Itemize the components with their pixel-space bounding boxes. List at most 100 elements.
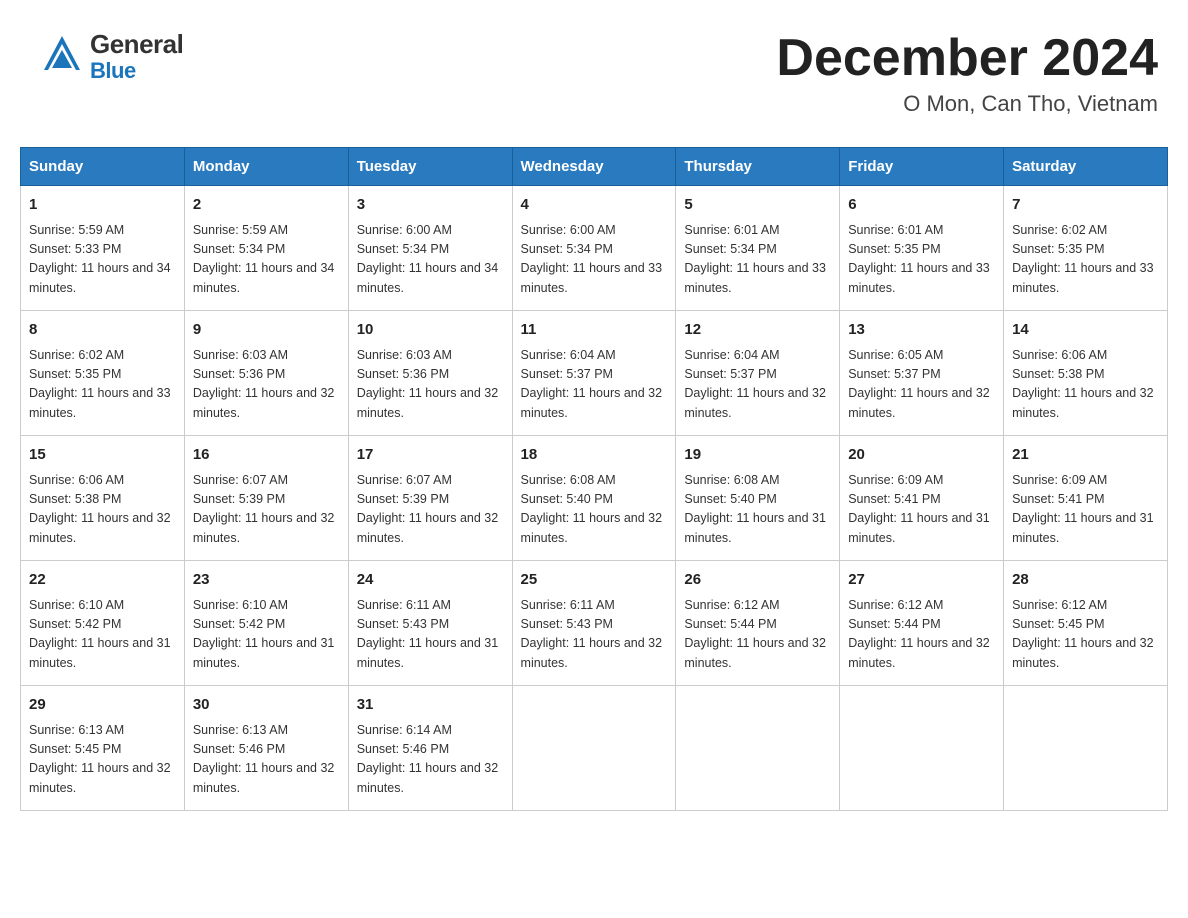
day-info: Sunrise: 6:09 AMSunset: 5:41 PMDaylight:… [848,473,990,545]
day-info: Sunrise: 6:08 AMSunset: 5:40 PMDaylight:… [521,473,663,545]
day-info: Sunrise: 6:03 AMSunset: 5:36 PMDaylight:… [357,348,499,420]
day-info: Sunrise: 6:13 AMSunset: 5:45 PMDaylight:… [29,723,171,795]
calendar-day-cell: 8 Sunrise: 6:02 AMSunset: 5:35 PMDayligh… [21,311,185,436]
day-info: Sunrise: 6:02 AMSunset: 5:35 PMDaylight:… [1012,223,1154,295]
calendar-day-cell: 12 Sunrise: 6:04 AMSunset: 5:37 PMDaylig… [676,311,840,436]
calendar-week-row: 1 Sunrise: 5:59 AMSunset: 5:33 PMDayligh… [21,186,1168,311]
calendar-week-row: 29 Sunrise: 6:13 AMSunset: 5:45 PMDaylig… [21,686,1168,811]
title-section: December 2024 O Mon, Can Tho, Vietnam [776,30,1158,117]
calendar-day-cell: 5 Sunrise: 6:01 AMSunset: 5:34 PMDayligh… [676,186,840,311]
day-info: Sunrise: 6:00 AMSunset: 5:34 PMDaylight:… [521,223,663,295]
day-number: 29 [29,694,176,717]
day-number: 23 [193,569,340,592]
day-number: 9 [193,319,340,342]
calendar-day-cell [1004,686,1168,811]
logo: General Blue [40,30,183,83]
calendar-week-row: 8 Sunrise: 6:02 AMSunset: 5:35 PMDayligh… [21,311,1168,436]
calendar-day-cell: 15 Sunrise: 6:06 AMSunset: 5:38 PMDaylig… [21,436,185,561]
calendar-day-cell: 30 Sunrise: 6:13 AMSunset: 5:46 PMDaylig… [184,686,348,811]
day-number: 13 [848,319,995,342]
logo-name: General Blue [90,30,183,83]
day-number: 17 [357,444,504,467]
day-info: Sunrise: 6:12 AMSunset: 5:45 PMDaylight:… [1012,598,1154,670]
day-info: Sunrise: 5:59 AMSunset: 5:34 PMDaylight:… [193,223,335,295]
day-number: 14 [1012,319,1159,342]
day-info: Sunrise: 6:07 AMSunset: 5:39 PMDaylight:… [193,473,335,545]
location-subtitle: O Mon, Can Tho, Vietnam [776,91,1158,117]
calendar-day-cell: 20 Sunrise: 6:09 AMSunset: 5:41 PMDaylig… [840,436,1004,561]
calendar-day-cell: 28 Sunrise: 6:12 AMSunset: 5:45 PMDaylig… [1004,561,1168,686]
calendar-day-header: Saturday [1004,148,1168,186]
calendar-day-cell: 24 Sunrise: 6:11 AMSunset: 5:43 PMDaylig… [348,561,512,686]
day-number: 8 [29,319,176,342]
day-number: 3 [357,194,504,217]
day-info: Sunrise: 6:04 AMSunset: 5:37 PMDaylight:… [521,348,663,420]
day-info: Sunrise: 6:06 AMSunset: 5:38 PMDaylight:… [29,473,171,545]
month-year-title: December 2024 [776,30,1158,87]
day-info: Sunrise: 6:07 AMSunset: 5:39 PMDaylight:… [357,473,499,545]
calendar-day-header: Sunday [21,148,185,186]
day-number: 15 [29,444,176,467]
logo-blue-text: Blue [90,59,183,83]
calendar-header-row: SundayMondayTuesdayWednesdayThursdayFrid… [21,148,1168,186]
day-number: 1 [29,194,176,217]
calendar-table: SundayMondayTuesdayWednesdayThursdayFrid… [20,147,1168,811]
calendar-day-cell: 23 Sunrise: 6:10 AMSunset: 5:42 PMDaylig… [184,561,348,686]
calendar-day-cell: 7 Sunrise: 6:02 AMSunset: 5:35 PMDayligh… [1004,186,1168,311]
day-number: 5 [684,194,831,217]
day-number: 31 [357,694,504,717]
day-number: 27 [848,569,995,592]
calendar-day-header: Friday [840,148,1004,186]
day-number: 10 [357,319,504,342]
day-number: 18 [521,444,668,467]
calendar-day-cell: 14 Sunrise: 6:06 AMSunset: 5:38 PMDaylig… [1004,311,1168,436]
day-info: Sunrise: 6:14 AMSunset: 5:46 PMDaylight:… [357,723,499,795]
day-number: 2 [193,194,340,217]
day-info: Sunrise: 6:00 AMSunset: 5:34 PMDaylight:… [357,223,499,295]
calendar-day-cell: 10 Sunrise: 6:03 AMSunset: 5:36 PMDaylig… [348,311,512,436]
day-info: Sunrise: 6:10 AMSunset: 5:42 PMDaylight:… [29,598,171,670]
calendar-day-cell: 2 Sunrise: 5:59 AMSunset: 5:34 PMDayligh… [184,186,348,311]
calendar-day-cell: 17 Sunrise: 6:07 AMSunset: 5:39 PMDaylig… [348,436,512,561]
day-info: Sunrise: 6:06 AMSunset: 5:38 PMDaylight:… [1012,348,1154,420]
calendar-day-cell: 19 Sunrise: 6:08 AMSunset: 5:40 PMDaylig… [676,436,840,561]
calendar-day-cell: 25 Sunrise: 6:11 AMSunset: 5:43 PMDaylig… [512,561,676,686]
calendar-day-cell: 21 Sunrise: 6:09 AMSunset: 5:41 PMDaylig… [1004,436,1168,561]
day-info: Sunrise: 6:04 AMSunset: 5:37 PMDaylight:… [684,348,826,420]
day-info: Sunrise: 6:09 AMSunset: 5:41 PMDaylight:… [1012,473,1154,545]
day-info: Sunrise: 6:01 AMSunset: 5:35 PMDaylight:… [848,223,990,295]
calendar-day-cell: 29 Sunrise: 6:13 AMSunset: 5:45 PMDaylig… [21,686,185,811]
day-info: Sunrise: 6:13 AMSunset: 5:46 PMDaylight:… [193,723,335,795]
calendar-day-cell: 6 Sunrise: 6:01 AMSunset: 5:35 PMDayligh… [840,186,1004,311]
calendar-day-cell: 18 Sunrise: 6:08 AMSunset: 5:40 PMDaylig… [512,436,676,561]
day-info: Sunrise: 6:12 AMSunset: 5:44 PMDaylight:… [848,598,990,670]
day-number: 21 [1012,444,1159,467]
day-number: 26 [684,569,831,592]
day-number: 25 [521,569,668,592]
calendar-day-header: Monday [184,148,348,186]
day-number: 7 [1012,194,1159,217]
day-info: Sunrise: 6:11 AMSunset: 5:43 PMDaylight:… [357,598,499,670]
calendar-day-cell: 9 Sunrise: 6:03 AMSunset: 5:36 PMDayligh… [184,311,348,436]
day-info: Sunrise: 5:59 AMSunset: 5:33 PMDaylight:… [29,223,171,295]
calendar-day-cell: 11 Sunrise: 6:04 AMSunset: 5:37 PMDaylig… [512,311,676,436]
logo-icon [40,32,84,81]
day-info: Sunrise: 6:11 AMSunset: 5:43 PMDaylight:… [521,598,663,670]
calendar-day-header: Wednesday [512,148,676,186]
calendar-day-cell [840,686,1004,811]
calendar-week-row: 15 Sunrise: 6:06 AMSunset: 5:38 PMDaylig… [21,436,1168,561]
day-info: Sunrise: 6:03 AMSunset: 5:36 PMDaylight:… [193,348,335,420]
calendar-day-cell: 1 Sunrise: 5:59 AMSunset: 5:33 PMDayligh… [21,186,185,311]
day-number: 28 [1012,569,1159,592]
day-number: 19 [684,444,831,467]
calendar-day-cell: 4 Sunrise: 6:00 AMSunset: 5:34 PMDayligh… [512,186,676,311]
day-number: 20 [848,444,995,467]
day-number: 22 [29,569,176,592]
day-info: Sunrise: 6:05 AMSunset: 5:37 PMDaylight:… [848,348,990,420]
day-number: 30 [193,694,340,717]
day-number: 16 [193,444,340,467]
calendar-day-cell [512,686,676,811]
calendar-day-cell: 3 Sunrise: 6:00 AMSunset: 5:34 PMDayligh… [348,186,512,311]
day-info: Sunrise: 6:12 AMSunset: 5:44 PMDaylight:… [684,598,826,670]
calendar-day-cell: 27 Sunrise: 6:12 AMSunset: 5:44 PMDaylig… [840,561,1004,686]
